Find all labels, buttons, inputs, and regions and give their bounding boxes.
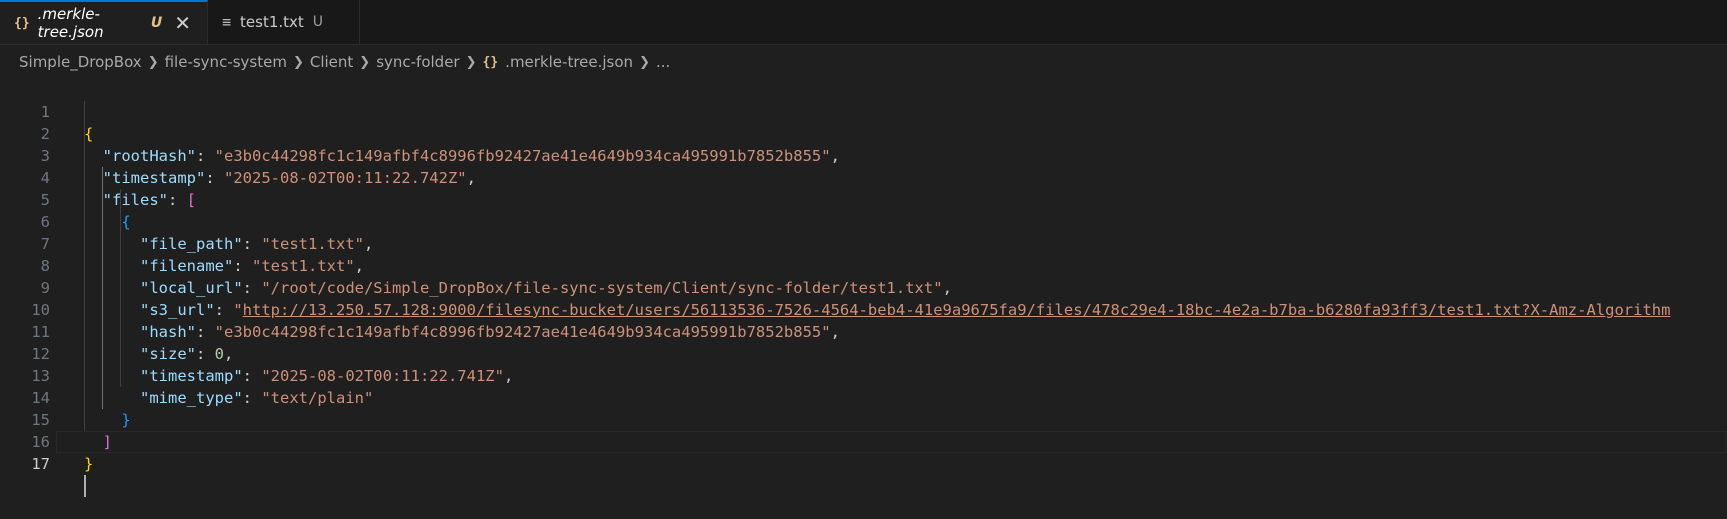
tab-merkle-tree-json[interactable]: {} .merkle-tree.json U ✕ [0, 0, 208, 44]
breadcrumb-item[interactable]: file-sync-system [165, 53, 287, 71]
tab-test1-txt[interactable]: ≡ test1.txt U [208, 0, 360, 44]
code-line: 12 "timestamp": "2025-08-02T00:11:22.741… [0, 321, 1727, 385]
code-line: 14 } [0, 365, 1727, 429]
breadcrumb-item[interactable]: sync-folder [376, 53, 459, 71]
code-line: 2 "rootHash": "e3b0c44298fc1c149afbf4c89… [0, 101, 1727, 165]
untracked-badge: U [150, 15, 163, 31]
text-cursor [84, 475, 86, 497]
code-line: 1 { [0, 79, 1727, 143]
code-line: 9 "s3_url": "http://13.250.57.128:9000/f… [0, 255, 1727, 319]
breadcrumb-item[interactable]: Simple_DropBox [19, 53, 142, 71]
code-line: 5 { [0, 167, 1727, 231]
chevron-right-icon: ❯ [359, 54, 371, 70]
tab-label: .merkle-tree.json [37, 5, 104, 41]
untracked-badge: U [312, 14, 324, 30]
code-line: 15 ] [0, 387, 1727, 451]
code-line: 10 "hash": "e3b0c44298fc1c149afbf4c8996f… [0, 277, 1727, 341]
tab-label: test1.txt [240, 13, 304, 31]
chevron-right-icon: ❯ [639, 54, 650, 70]
code-line: 13 "mime_type": "text/plain" [0, 343, 1727, 407]
close-icon[interactable]: ✕ [174, 13, 191, 33]
code-line: 3 "timestamp": "2025-08-02T00:11:22.742Z… [0, 123, 1727, 187]
code-line: 8 "local_url": "/root/code/Simple_DropBo… [0, 233, 1727, 297]
chevron-right-icon: ❯ [292, 54, 304, 70]
tab-bar: {} .merkle-tree.json U ✕ ≡ test1.txt U [0, 0, 1727, 45]
breadcrumb-file[interactable]: .merkle-tree.json [505, 53, 633, 71]
code-line: 4 "files": [ [0, 145, 1727, 209]
breadcrumb: Simple_DropBox ❯ file-sync-system ❯ Clie… [0, 45, 1727, 79]
line-number: 17 [31, 455, 50, 473]
code-line: 17 [0, 431, 1727, 497]
chevron-right-icon: ❯ [465, 54, 477, 70]
text-file-icon: ≡ [222, 13, 232, 31]
code-line: 16 } [0, 409, 1727, 473]
breadcrumb-item[interactable]: Client [310, 53, 353, 71]
breadcrumb-more[interactable]: ... [656, 53, 670, 71]
json-file-icon: {} [482, 54, 499, 70]
code-line: 6 "file_path": "test1.txt", [0, 189, 1727, 253]
json-file-icon: {} [14, 15, 30, 31]
code-line: 7 "filename": "test1.txt", [0, 211, 1727, 275]
code-line: 11 "size": 0, [0, 299, 1727, 363]
brace: } [84, 455, 94, 473]
chevron-right-icon: ❯ [147, 54, 159, 70]
code-editor[interactable]: 1 { 2 "rootHash": "e3b0c44298fc1c149afbf… [0, 79, 1727, 497]
